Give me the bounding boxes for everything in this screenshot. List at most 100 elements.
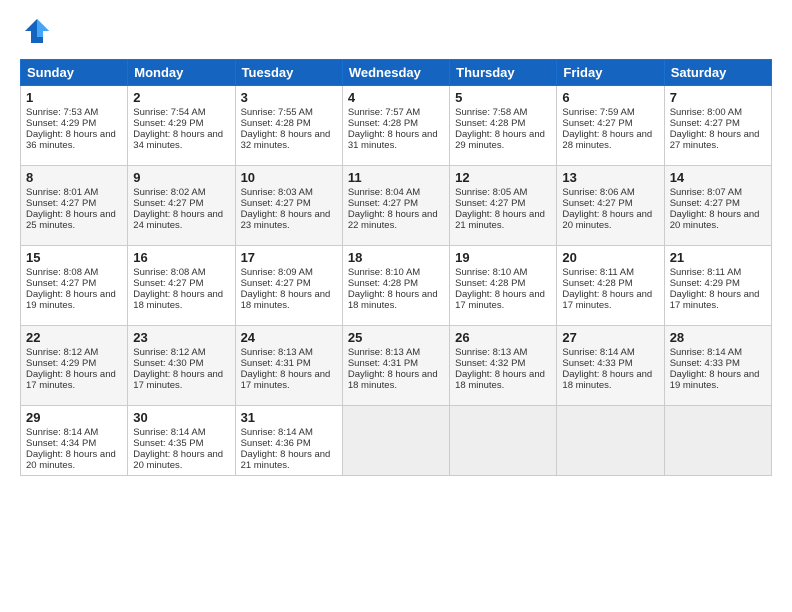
day-number: 5 xyxy=(455,90,551,105)
calendar-week-row: 29 Sunrise: 8:14 AM Sunset: 4:34 PM Dayl… xyxy=(21,406,772,476)
daylight-text: Daylight: 8 hours and 18 minutes. xyxy=(455,369,545,391)
day-number: 24 xyxy=(241,330,337,345)
day-number: 26 xyxy=(455,330,551,345)
day-number: 7 xyxy=(670,90,766,105)
day-number: 25 xyxy=(348,330,444,345)
sunset-text: Sunset: 4:33 PM xyxy=(562,358,632,369)
calendar-cell: 9 Sunrise: 8:02 AM Sunset: 4:27 PM Dayli… xyxy=(128,166,235,246)
sunrise-text: Sunrise: 7:58 AM xyxy=(455,107,527,118)
sunrise-text: Sunrise: 8:11 AM xyxy=(562,267,634,278)
calendar-cell: 12 Sunrise: 8:05 AM Sunset: 4:27 PM Dayl… xyxy=(450,166,557,246)
calendar-cell xyxy=(450,406,557,476)
calendar-day-header: Wednesday xyxy=(342,60,449,86)
daylight-text: Daylight: 8 hours and 34 minutes. xyxy=(133,129,223,151)
calendar-cell: 4 Sunrise: 7:57 AM Sunset: 4:28 PM Dayli… xyxy=(342,86,449,166)
sunset-text: Sunset: 4:33 PM xyxy=(670,358,740,369)
daylight-text: Daylight: 8 hours and 21 minutes. xyxy=(455,209,545,231)
calendar-week-row: 8 Sunrise: 8:01 AM Sunset: 4:27 PM Dayli… xyxy=(21,166,772,246)
sunrise-text: Sunrise: 8:10 AM xyxy=(348,267,420,278)
daylight-text: Daylight: 8 hours and 17 minutes. xyxy=(241,369,331,391)
sunset-text: Sunset: 4:27 PM xyxy=(348,198,418,209)
sunrise-text: Sunrise: 7:55 AM xyxy=(241,107,313,118)
day-number: 13 xyxy=(562,170,658,185)
daylight-text: Daylight: 8 hours and 18 minutes. xyxy=(562,369,652,391)
sunset-text: Sunset: 4:29 PM xyxy=(133,118,203,129)
calendar-day-header: Thursday xyxy=(450,60,557,86)
sunset-text: Sunset: 4:27 PM xyxy=(133,278,203,289)
sunrise-text: Sunrise: 8:14 AM xyxy=(133,427,205,438)
daylight-text: Daylight: 8 hours and 25 minutes. xyxy=(26,209,116,231)
calendar-cell: 7 Sunrise: 8:00 AM Sunset: 4:27 PM Dayli… xyxy=(664,86,771,166)
day-number: 29 xyxy=(26,410,122,425)
sunset-text: Sunset: 4:27 PM xyxy=(562,198,632,209)
sunrise-text: Sunrise: 8:12 AM xyxy=(26,347,98,358)
sunrise-text: Sunrise: 8:02 AM xyxy=(133,187,205,198)
daylight-text: Daylight: 8 hours and 23 minutes. xyxy=(241,209,331,231)
daylight-text: Daylight: 8 hours and 17 minutes. xyxy=(562,289,652,311)
daylight-text: Daylight: 8 hours and 24 minutes. xyxy=(133,209,223,231)
sunrise-text: Sunrise: 7:57 AM xyxy=(348,107,420,118)
sunrise-text: Sunrise: 8:13 AM xyxy=(455,347,527,358)
daylight-text: Daylight: 8 hours and 18 minutes. xyxy=(241,289,331,311)
sunrise-text: Sunrise: 8:06 AM xyxy=(562,187,634,198)
sunrise-text: Sunrise: 8:08 AM xyxy=(133,267,205,278)
calendar-cell: 29 Sunrise: 8:14 AM Sunset: 4:34 PM Dayl… xyxy=(21,406,128,476)
day-number: 9 xyxy=(133,170,229,185)
day-number: 6 xyxy=(562,90,658,105)
day-number: 1 xyxy=(26,90,122,105)
sunset-text: Sunset: 4:29 PM xyxy=(26,118,96,129)
sunrise-text: Sunrise: 8:10 AM xyxy=(455,267,527,278)
daylight-text: Daylight: 8 hours and 19 minutes. xyxy=(26,289,116,311)
page: SundayMondayTuesdayWednesdayThursdayFrid… xyxy=(0,0,792,486)
daylight-text: Daylight: 8 hours and 19 minutes. xyxy=(670,369,760,391)
sunset-text: Sunset: 4:30 PM xyxy=(133,358,203,369)
sunrise-text: Sunrise: 8:14 AM xyxy=(26,427,98,438)
day-number: 22 xyxy=(26,330,122,345)
sunrise-text: Sunrise: 8:05 AM xyxy=(455,187,527,198)
sunrise-text: Sunrise: 7:59 AM xyxy=(562,107,634,118)
day-number: 28 xyxy=(670,330,766,345)
day-number: 2 xyxy=(133,90,229,105)
sunset-text: Sunset: 4:31 PM xyxy=(241,358,311,369)
calendar-day-header: Tuesday xyxy=(235,60,342,86)
calendar-header-row: SundayMondayTuesdayWednesdayThursdayFrid… xyxy=(21,60,772,86)
calendar-cell: 25 Sunrise: 8:13 AM Sunset: 4:31 PM Dayl… xyxy=(342,326,449,406)
day-number: 12 xyxy=(455,170,551,185)
daylight-text: Daylight: 8 hours and 21 minutes. xyxy=(241,449,331,471)
calendar-cell: 8 Sunrise: 8:01 AM Sunset: 4:27 PM Dayli… xyxy=(21,166,128,246)
daylight-text: Daylight: 8 hours and 17 minutes. xyxy=(133,369,223,391)
header xyxy=(20,16,772,51)
sunrise-text: Sunrise: 8:08 AM xyxy=(26,267,98,278)
daylight-text: Daylight: 8 hours and 32 minutes. xyxy=(241,129,331,151)
calendar-cell xyxy=(664,406,771,476)
sunset-text: Sunset: 4:27 PM xyxy=(241,198,311,209)
day-number: 20 xyxy=(562,250,658,265)
sunset-text: Sunset: 4:27 PM xyxy=(670,198,740,209)
daylight-text: Daylight: 8 hours and 20 minutes. xyxy=(562,209,652,231)
calendar-cell: 15 Sunrise: 8:08 AM Sunset: 4:27 PM Dayl… xyxy=(21,246,128,326)
day-number: 30 xyxy=(133,410,229,425)
sunset-text: Sunset: 4:28 PM xyxy=(562,278,632,289)
calendar: SundayMondayTuesdayWednesdayThursdayFrid… xyxy=(20,59,772,476)
daylight-text: Daylight: 8 hours and 17 minutes. xyxy=(455,289,545,311)
sunrise-text: Sunrise: 8:14 AM xyxy=(670,347,742,358)
calendar-cell: 27 Sunrise: 8:14 AM Sunset: 4:33 PM Dayl… xyxy=(557,326,664,406)
daylight-text: Daylight: 8 hours and 28 minutes. xyxy=(562,129,652,151)
calendar-cell: 20 Sunrise: 8:11 AM Sunset: 4:28 PM Dayl… xyxy=(557,246,664,326)
calendar-cell: 5 Sunrise: 7:58 AM Sunset: 4:28 PM Dayli… xyxy=(450,86,557,166)
sunrise-text: Sunrise: 8:12 AM xyxy=(133,347,205,358)
sunset-text: Sunset: 4:28 PM xyxy=(455,118,525,129)
calendar-cell xyxy=(342,406,449,476)
calendar-cell: 30 Sunrise: 8:14 AM Sunset: 4:35 PM Dayl… xyxy=(128,406,235,476)
sunset-text: Sunset: 4:27 PM xyxy=(562,118,632,129)
calendar-cell: 17 Sunrise: 8:09 AM Sunset: 4:27 PM Dayl… xyxy=(235,246,342,326)
daylight-text: Daylight: 8 hours and 31 minutes. xyxy=(348,129,438,151)
calendar-cell: 19 Sunrise: 8:10 AM Sunset: 4:28 PM Dayl… xyxy=(450,246,557,326)
daylight-text: Daylight: 8 hours and 29 minutes. xyxy=(455,129,545,151)
daylight-text: Daylight: 8 hours and 20 minutes. xyxy=(670,209,760,231)
day-number: 14 xyxy=(670,170,766,185)
sunset-text: Sunset: 4:29 PM xyxy=(26,358,96,369)
daylight-text: Daylight: 8 hours and 18 minutes. xyxy=(348,289,438,311)
daylight-text: Daylight: 8 hours and 18 minutes. xyxy=(348,369,438,391)
sunset-text: Sunset: 4:28 PM xyxy=(455,278,525,289)
